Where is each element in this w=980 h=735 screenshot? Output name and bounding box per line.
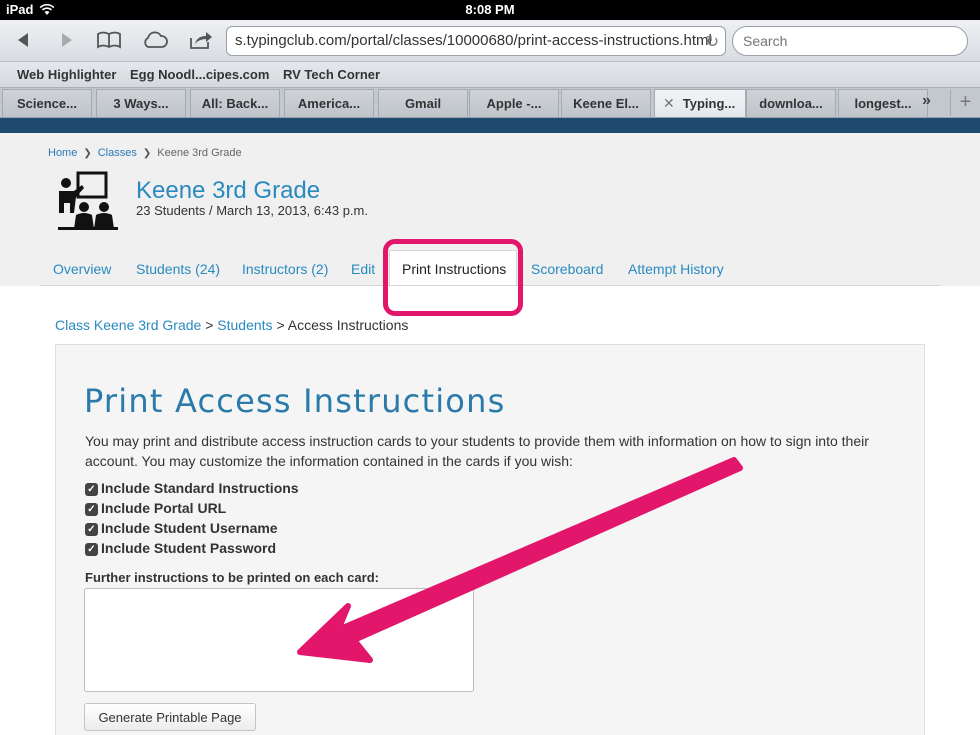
tab-instructors[interactable]: Instructors (2): [242, 261, 328, 277]
tab-overview[interactable]: Overview: [53, 261, 111, 277]
tab-label: longest...: [854, 96, 912, 111]
browser-tab-active[interactable]: ✕ Typing...: [654, 89, 746, 117]
checkbox-label: Include Portal URL: [101, 500, 227, 516]
tab-scoreboard[interactable]: Scoreboard: [531, 261, 603, 277]
back-button[interactable]: [8, 26, 38, 54]
bookmark-web-highlighter[interactable]: Web Highlighter: [17, 67, 116, 82]
checkbox-standard-instructions[interactable]: ✓ Include Standard Instructions: [85, 480, 299, 496]
breadcrumb-current: Keene 3rd Grade: [157, 147, 242, 159]
page-description: You may print and distribute access inst…: [85, 433, 869, 469]
more-tabs-button[interactable]: »: [922, 92, 931, 110]
sub-breadcrumb: Class Keene 3rd Grade > Students > Acces…: [55, 317, 408, 333]
highlight-box-annotation: [383, 239, 523, 316]
reload-icon[interactable]: ↻: [706, 32, 719, 52]
tab-bar: Science... 3 Ways... All: Back... Americ…: [0, 88, 980, 118]
sub-breadcrumb-students[interactable]: Students: [217, 317, 272, 333]
url-bar[interactable]: s.typingclub.com/portal/classes/10000680…: [226, 26, 726, 56]
sub-breadcrumb-separator: >: [276, 317, 285, 333]
bookmark-egg-noodle[interactable]: Egg Noodl...cipes.com: [130, 67, 269, 82]
browser-tab[interactable]: longest...: [838, 89, 928, 117]
browser-tab[interactable]: 3 Ways...: [96, 89, 186, 117]
checkbox-portal-url[interactable]: ✓ Include Portal URL: [85, 500, 226, 516]
tab-label: Typing...: [682, 96, 736, 111]
chevron-right-icon: ❯: [83, 147, 92, 159]
search-input[interactable]: [732, 26, 968, 56]
close-tab-icon[interactable]: ✕: [663, 95, 675, 112]
checkbox-checked-icon[interactable]: ✓: [85, 503, 98, 516]
sub-breadcrumb-class[interactable]: Class Keene 3rd Grade: [55, 317, 201, 333]
further-instructions-textarea[interactable]: [84, 588, 474, 692]
share-icon: [190, 32, 212, 49]
class-subtitle: 23 Students / March 13, 2013, 6:43 p.m.: [136, 203, 368, 218]
classroom-teacher-icon: [58, 171, 118, 230]
checkbox-student-username[interactable]: ✓ Include Student Username: [85, 520, 278, 536]
sub-breadcrumb-current: Access Instructions: [287, 317, 409, 333]
checkbox-checked-icon[interactable]: ✓: [85, 543, 98, 556]
checkbox-checked-icon[interactable]: ✓: [85, 483, 98, 496]
browser-tab[interactable]: Science...: [2, 89, 92, 117]
forward-button[interactable]: [52, 26, 82, 54]
clock: 8:08 PM: [465, 2, 515, 17]
checkbox-label: Include Student Password: [101, 540, 277, 556]
tab-edit[interactable]: Edit: [351, 261, 375, 277]
browser-tab[interactable]: America...: [284, 89, 374, 117]
class-title: Keene 3rd Grade: [136, 177, 321, 204]
bookmark-rv-tech[interactable]: RV Tech Corner: [283, 67, 380, 82]
browser-tab[interactable]: Apple -...: [469, 89, 559, 117]
checkbox-student-password[interactable]: ✓ Include Student Password: [85, 540, 276, 556]
tab-label: America...: [297, 96, 361, 111]
tab-label: All: Back...: [201, 96, 269, 111]
bookmarks-button[interactable]: [94, 26, 124, 54]
tab-label: Gmail: [404, 96, 442, 111]
tab-label: downloa...: [759, 96, 823, 111]
forward-arrow-icon: [62, 33, 72, 47]
site-header-strip: [0, 118, 980, 133]
status-bar: iPad 8:08 PM: [0, 0, 980, 20]
tab-label: Apple -...: [486, 96, 542, 111]
checkbox-label: Include Student Username: [101, 520, 278, 536]
bookmarks-bar: Web Highlighter Egg Noodl...cipes.com RV…: [0, 62, 980, 88]
share-button[interactable]: [186, 26, 216, 54]
browser-tab[interactable]: Gmail: [378, 89, 468, 117]
back-arrow-icon: [18, 33, 28, 47]
checkbox-checked-icon[interactable]: ✓: [85, 523, 98, 536]
generate-printable-page-button[interactable]: Generate Printable Page: [84, 703, 256, 731]
browser-tab[interactable]: downloa...: [746, 89, 836, 117]
sub-breadcrumb-separator: >: [205, 317, 214, 333]
tab-label: 3 Ways...: [113, 96, 169, 111]
icloud-tabs-button[interactable]: [140, 26, 170, 54]
new-tab-button[interactable]: +: [950, 90, 980, 116]
further-instructions-label: Further instructions to be printed on ea…: [85, 570, 379, 585]
breadcrumb: Home ❯ Classes ❯ Keene 3rd Grade: [48, 147, 242, 159]
checkbox-label: Include Standard Instructions: [101, 480, 299, 496]
tab-label: Keene El...: [573, 96, 639, 111]
browser-tab[interactable]: All: Back...: [190, 89, 280, 117]
page-title: Print Access Instructions: [84, 382, 506, 420]
book-icon: [97, 31, 121, 49]
tab-attempt-history[interactable]: Attempt History: [628, 261, 724, 277]
tab-students[interactable]: Students (24): [136, 261, 220, 277]
browser-toolbar: s.typingclub.com/portal/classes/10000680…: [0, 20, 980, 62]
chevron-right-icon: ❯: [142, 147, 152, 159]
breadcrumb-home[interactable]: Home: [48, 147, 77, 159]
tab-label: Science...: [17, 96, 77, 111]
cloud-icon: [144, 31, 168, 48]
breadcrumb-classes[interactable]: Classes: [98, 147, 137, 159]
url-text: s.typingclub.com/portal/classes/10000680…: [235, 32, 712, 49]
browser-tab[interactable]: Keene El...: [561, 89, 651, 117]
